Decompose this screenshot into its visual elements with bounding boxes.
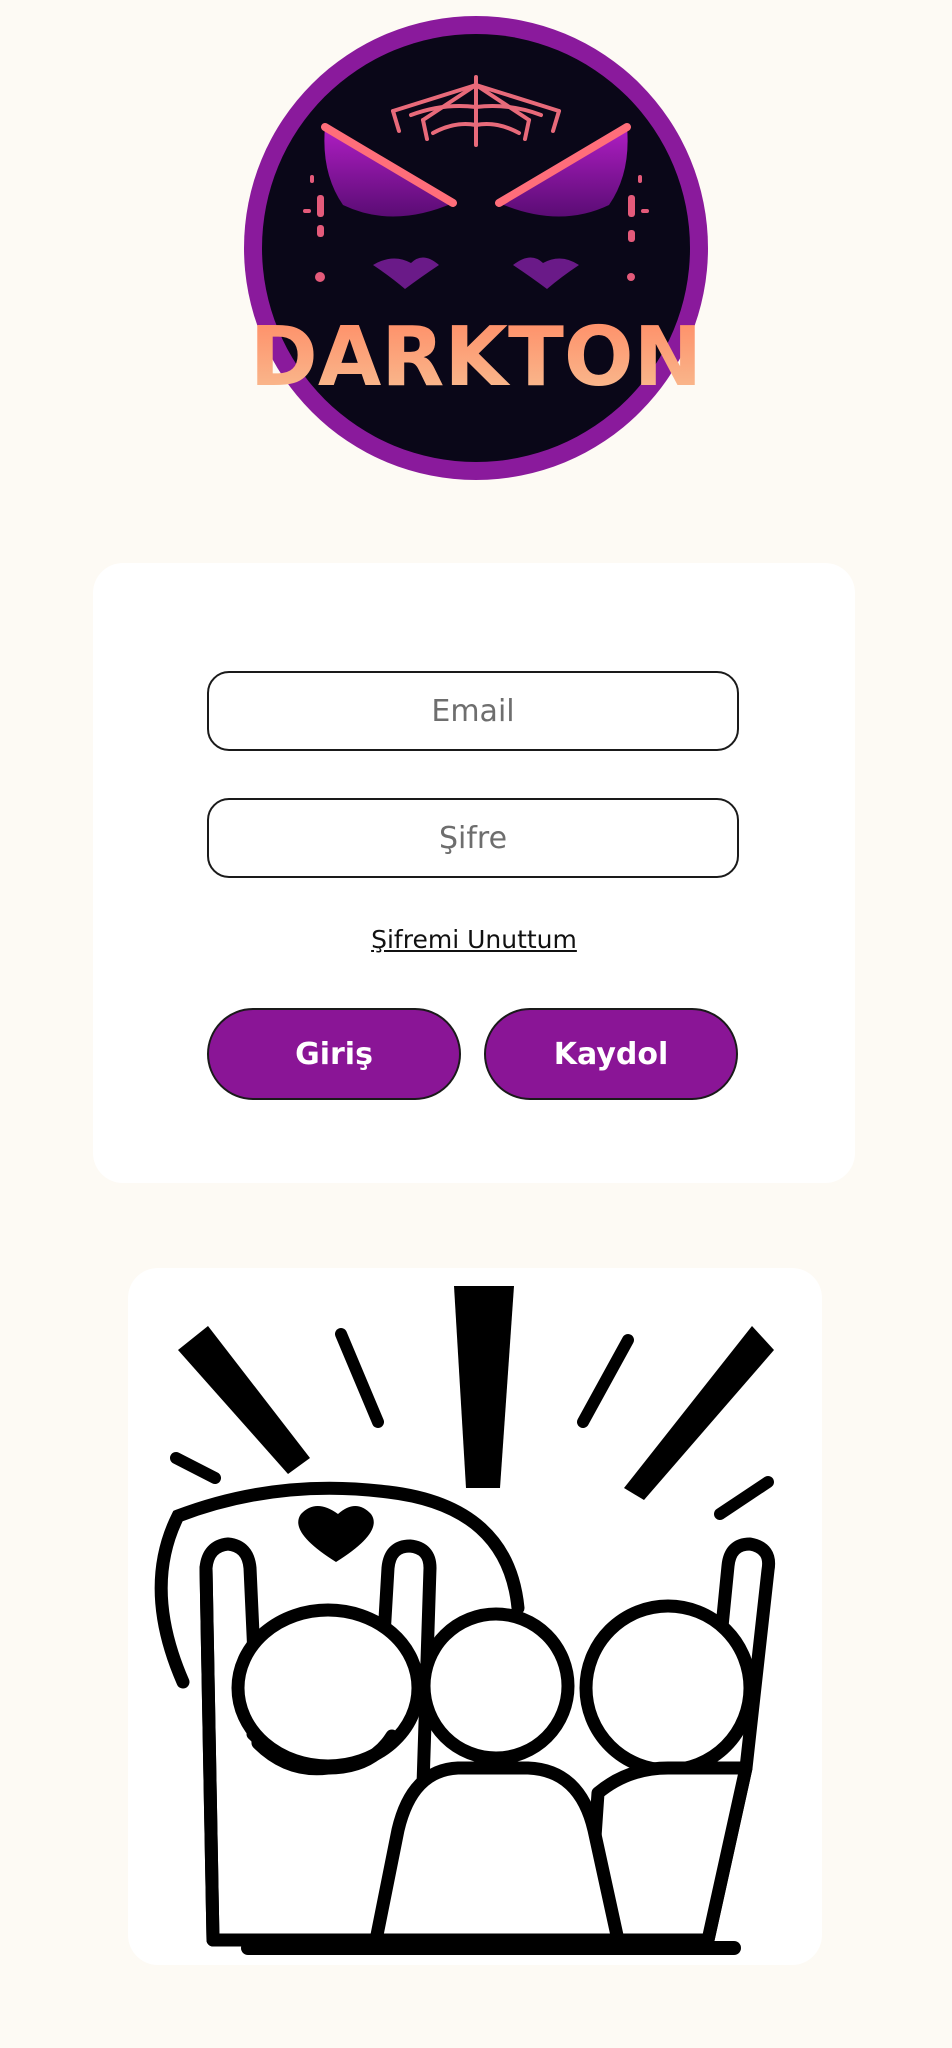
- login-page: DARKTON Şifremi Unuttum Giriş Kaydol: [0, 0, 952, 2048]
- heart-icon: [298, 1506, 374, 1562]
- register-button[interactable]: Kaydol: [484, 1008, 738, 1100]
- celebrating-friends-illustration: [128, 1268, 822, 1965]
- login-card: Şifremi Unuttum Giriş Kaydol: [93, 563, 855, 1183]
- forgot-password-link[interactable]: Şifremi Unuttum: [93, 925, 855, 954]
- logo-text: DARKTON: [250, 310, 702, 405]
- burst-line: [178, 1326, 310, 1474]
- login-button[interactable]: Giriş: [207, 1008, 461, 1100]
- email-field[interactable]: [207, 671, 739, 751]
- darkton-logo: DARKTON: [243, 15, 709, 481]
- burst-line: [454, 1286, 514, 1488]
- password-field[interactable]: [207, 798, 739, 878]
- burst-line: [624, 1326, 774, 1500]
